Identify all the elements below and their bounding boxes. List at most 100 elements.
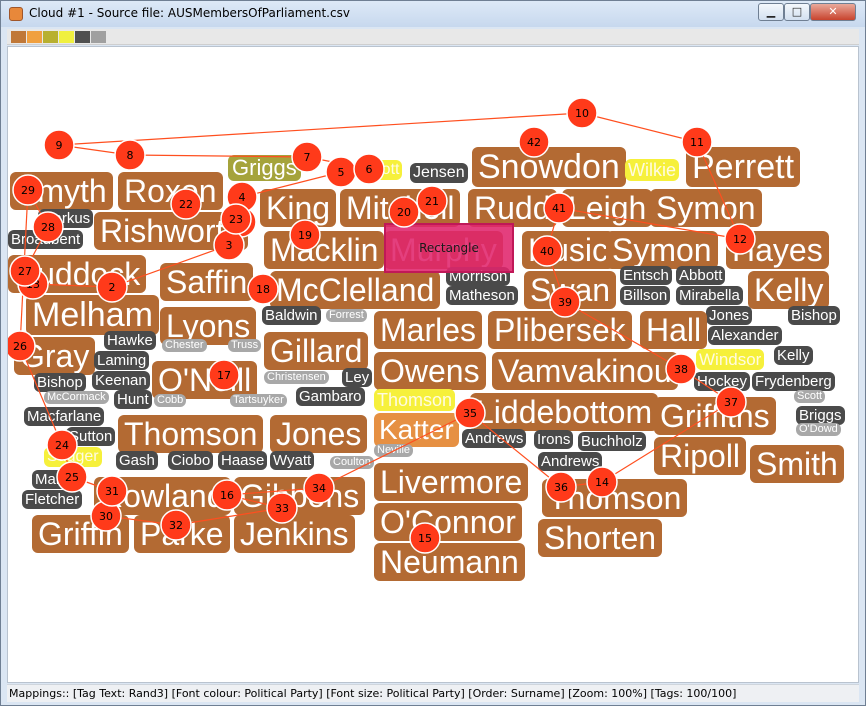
marker-8[interactable]: 8	[114, 139, 146, 171]
svg-text:25: 25	[65, 471, 79, 484]
connector-line	[318, 412, 471, 489]
color-swatch-4[interactable]	[59, 31, 74, 43]
marker-24[interactable]: 24	[46, 429, 78, 461]
marker-38[interactable]: 38	[665, 353, 697, 385]
connector-line	[58, 112, 583, 146]
svg-text:40: 40	[540, 245, 554, 258]
java-app-icon	[9, 7, 23, 21]
svg-text:15: 15	[418, 532, 432, 545]
svg-text:6: 6	[366, 163, 373, 176]
marker-29[interactable]: 29	[12, 174, 44, 206]
svg-text:5: 5	[338, 166, 345, 179]
marker-18[interactable]: 18	[247, 273, 279, 305]
marker-42[interactable]: 42	[518, 126, 550, 158]
connector-line	[581, 112, 698, 143]
marker-34[interactable]: 34	[303, 472, 335, 504]
marker-17[interactable]: 17	[208, 359, 240, 391]
marker-3[interactable]: 3	[213, 229, 245, 261]
marker-23[interactable]: 23	[220, 203, 252, 235]
marker-11[interactable]: 11	[681, 126, 713, 158]
marker-33[interactable]: 33	[266, 492, 298, 524]
minimize-button[interactable]: ▁	[758, 3, 784, 21]
connector-line	[111, 244, 230, 288]
marker-40[interactable]: 40	[531, 235, 563, 267]
svg-text:24: 24	[55, 439, 69, 452]
marker-26[interactable]: 26	[8, 330, 36, 362]
marker-21[interactable]: 21	[416, 185, 448, 217]
marker-22[interactable]: 22	[170, 188, 202, 220]
svg-text:21: 21	[425, 195, 439, 208]
svg-text:17: 17	[217, 369, 231, 382]
marker-19[interactable]: 19	[289, 219, 321, 251]
marker-9[interactable]: 9	[43, 129, 75, 161]
application-window: Cloud #1 - Source file: AUSMembersOfParl…	[0, 0, 866, 706]
connector-line	[564, 301, 682, 370]
marker-10[interactable]: 10	[566, 97, 598, 129]
marker-2[interactable]: 2	[96, 271, 128, 303]
svg-text:20: 20	[397, 206, 411, 219]
svg-text:42: 42	[527, 136, 541, 149]
marker-12[interactable]: 12	[724, 223, 756, 255]
connector-line	[696, 141, 741, 240]
svg-text:11: 11	[690, 136, 704, 149]
marker-32[interactable]: 32	[160, 509, 192, 541]
svg-text:23: 23	[229, 213, 243, 226]
marker-37[interactable]: 37	[715, 386, 747, 418]
svg-text:30: 30	[99, 510, 113, 523]
marker-16[interactable]: 16	[211, 479, 243, 511]
status-mappings: Mappings:: [Tag Text: Rand3] [Font colou…	[9, 687, 737, 700]
connector-line	[558, 207, 741, 240]
marker-39[interactable]: 39	[549, 286, 581, 318]
color-swatch-toolbar	[7, 29, 859, 45]
svg-text:34: 34	[312, 482, 326, 495]
window-title: Cloud #1 - Source file: AUSMembersOfParl…	[29, 6, 350, 20]
marker-36[interactable]: 36	[545, 471, 577, 503]
maximize-button[interactable]: □	[784, 3, 810, 21]
close-button[interactable]: ✕	[810, 3, 856, 21]
color-swatch-2[interactable]	[27, 31, 42, 43]
marker-41[interactable]: 41	[543, 192, 575, 224]
marker-28[interactable]: 28	[32, 211, 64, 243]
connector-line	[19, 345, 63, 446]
svg-text:32: 32	[169, 519, 183, 532]
status-bar: Mappings:: [Tag Text: Rand3] [Font colou…	[7, 684, 859, 702]
svg-text:37: 37	[724, 396, 738, 409]
svg-text:14: 14	[595, 476, 609, 489]
marker-20[interactable]: 20	[388, 196, 420, 228]
marker-25[interactable]: 25	[56, 461, 88, 493]
svg-text:41: 41	[552, 202, 566, 215]
color-swatch-5[interactable]	[75, 31, 90, 43]
svg-text:35: 35	[463, 407, 477, 420]
svg-text:26: 26	[13, 340, 27, 353]
svg-text:39: 39	[558, 296, 572, 309]
svg-text:31: 31	[105, 485, 119, 498]
color-swatch-3[interactable]	[43, 31, 58, 43]
svg-text:10: 10	[575, 107, 589, 120]
marker-overlay: 1234567891011121314151617181920212223242…	[8, 97, 756, 554]
svg-text:19: 19	[298, 229, 312, 242]
marker-6[interactable]: 6	[353, 153, 385, 185]
svg-text:4: 4	[239, 191, 246, 204]
svg-text:38: 38	[674, 363, 688, 376]
connector-line	[129, 154, 308, 158]
svg-text:12: 12	[733, 233, 747, 246]
svg-text:3: 3	[226, 239, 233, 252]
color-swatch-1[interactable]	[11, 31, 26, 43]
svg-text:22: 22	[179, 198, 193, 211]
marker-35[interactable]: 35	[454, 397, 486, 429]
color-swatch-6[interactable]	[91, 31, 106, 43]
marker-27[interactable]: 27	[9, 255, 41, 287]
marker-31[interactable]: 31	[96, 475, 128, 507]
svg-text:2: 2	[109, 281, 116, 294]
tag-cloud-canvas[interactable]: SnowdonWilkiePerrettGriggsScottJensenSmy…	[7, 46, 859, 683]
svg-text:29: 29	[21, 184, 35, 197]
svg-text:7: 7	[304, 151, 311, 164]
marker-14[interactable]: 14	[586, 466, 618, 498]
marker-5[interactable]: 5	[325, 156, 357, 188]
connector-line	[469, 412, 562, 488]
connector-line	[601, 401, 732, 483]
svg-text:33: 33	[275, 502, 289, 515]
title-bar[interactable]: Cloud #1 - Source file: AUSMembersOfParl…	[1, 1, 865, 27]
marker-7[interactable]: 7	[291, 141, 323, 173]
marker-15[interactable]: 15	[409, 522, 441, 554]
